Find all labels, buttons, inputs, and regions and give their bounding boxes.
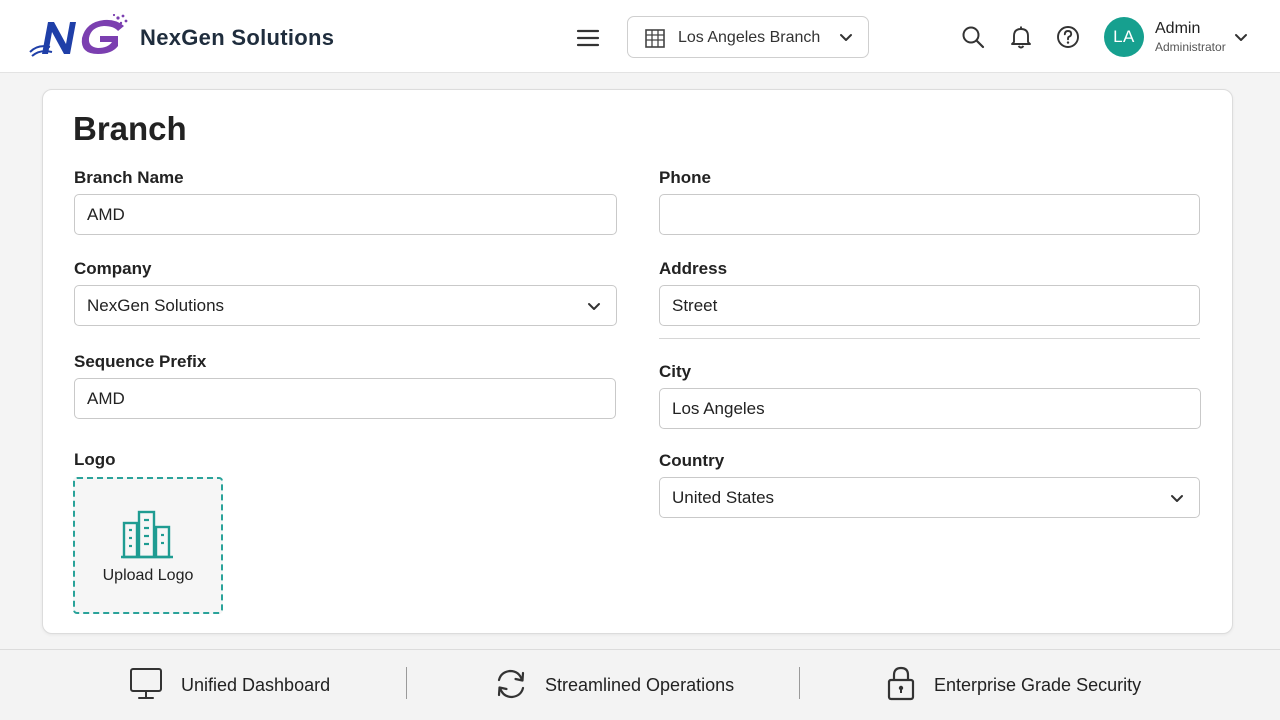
country-select-value: United States [672,488,775,507]
refresh-icon [497,669,525,699]
sequence-prefix-input[interactable]: AMD [74,378,616,419]
bell-icon [1011,26,1031,49]
company-select[interactable]: NexGen Solutions [74,285,617,326]
brand-name: NexGen Solutions [140,25,335,50]
page-title: Branch [73,110,187,147]
top-header: NexGen Solutions Los Angeles Branch LA A… [0,0,1280,73]
search-icon [962,26,985,49]
chevron-down-icon[interactable] [1233,30,1249,46]
upload-logo-button[interactable]: Upload Logo [73,477,223,614]
feature-enterprise-security: Enterprise Grade Security [934,675,1142,695]
chevron-down-icon [840,34,852,41]
monitor-icon [130,668,162,699]
help-icon [1057,26,1079,48]
ng-logo-icon [29,13,128,57]
chevron-down-icon [1171,495,1183,502]
user-role: Administrator [1155,40,1226,54]
phone-input[interactable] [659,194,1200,235]
branch-name-input[interactable]: AMD [74,194,617,235]
company-logo[interactable] [28,13,132,58]
feature-unified-dashboard: Unified Dashboard [181,675,331,695]
country-select[interactable]: United States [659,477,1200,518]
address-input[interactable]: Street [659,285,1200,326]
building-icon [645,29,665,48]
lock-icon [887,666,915,701]
sequence-prefix-label: Sequence Prefix [74,352,207,371]
user-name[interactable]: Admin [1155,20,1200,38]
feature-separator [406,667,407,699]
avatar[interactable]: LA [1104,17,1144,57]
branch-name-label: Branch Name [74,168,184,187]
help-button[interactable] [1055,24,1081,50]
notifications-button[interactable] [1008,24,1034,50]
chevron-down-icon [588,303,600,310]
country-label: Country [659,451,725,470]
feature-bar: Unified Dashboard Streamlined Operations… [0,649,1280,720]
search-button[interactable] [960,24,986,50]
city-label: City [659,362,692,381]
company-label: Company [74,259,152,278]
branch-selector-label: Los Angeles Branch [678,29,821,46]
address-divider [659,338,1200,339]
logo-label: Logo [74,450,116,469]
branch-selector[interactable]: Los Angeles Branch [627,16,869,58]
upload-logo-label: Upload Logo [102,567,194,584]
company-select-value: NexGen Solutions [87,296,225,315]
building-icon [121,510,173,559]
hamburger-icon [576,29,600,47]
menu-toggle-button[interactable] [574,24,602,52]
city-input[interactable]: Los Angeles [659,388,1201,429]
feature-streamlined-operations: Streamlined Operations [545,675,735,695]
address-label: Address [659,259,728,278]
phone-label: Phone [659,168,711,187]
feature-separator [799,667,800,699]
